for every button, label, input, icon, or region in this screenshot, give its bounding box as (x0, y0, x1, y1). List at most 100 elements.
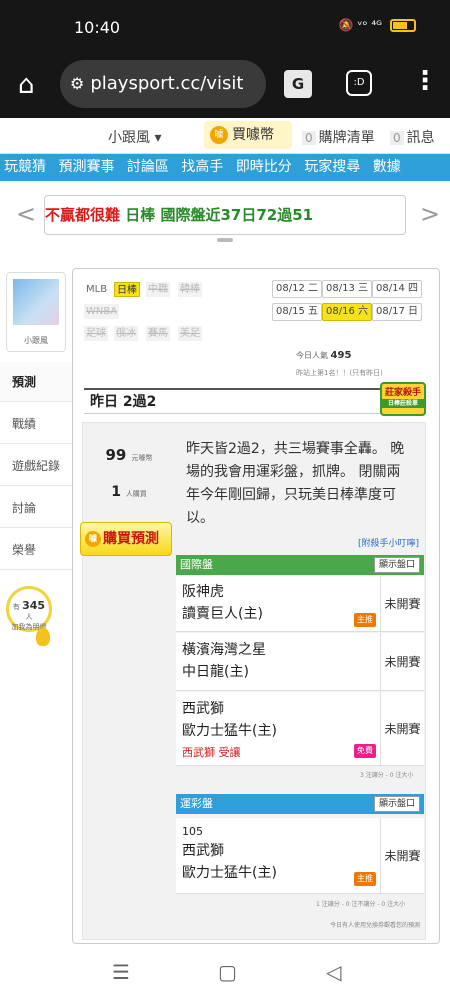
coin-icon: 噱 (85, 531, 101, 547)
back-icon[interactable]: ◁ (326, 960, 341, 984)
game-row[interactable]: 橫濱海灣之星 中日龍(主) 未開賽 (176, 633, 424, 691)
coin-icon: 噱 (210, 126, 228, 144)
nav-livescore[interactable]: 即時比分 (236, 159, 292, 175)
away-team: 阪神虎 (182, 584, 224, 600)
game-status: 未開賽 (380, 692, 424, 765)
messages-link[interactable]: 0 訊息 (390, 127, 435, 147)
nav-experts[interactable]: 找高手 (181, 159, 223, 175)
sidebar-item-honor[interactable]: 榮譽 (0, 530, 72, 570)
hot-badge-sub: 日棒莊殺單 (382, 399, 424, 408)
lotto-section-header: 運彩盤 顯示盤口 (176, 794, 424, 814)
home-button-icon[interactable]: ▢ (218, 960, 237, 984)
sidebar-item-predict[interactable]: 預測 (0, 362, 72, 402)
messages-label: 訊息 (406, 130, 435, 146)
site-settings-icon[interactable]: ⚙ (70, 74, 84, 93)
game-row[interactable]: 阪神虎 讀賣巨人(主) 主推 未開賽 (176, 576, 424, 632)
cart-link[interactable]: 0 購牌清單 (302, 127, 375, 147)
ticker-text: 國際盤近37日72過51 (160, 206, 314, 224)
buy-prediction-button[interactable]: 噱購買預測 (80, 522, 172, 556)
game-row[interactable]: 西武獅 歐力士猛牛(主) 西武獅 受讓 免費 未開賽 (176, 692, 424, 766)
league-kbo: 韓棒 (178, 282, 202, 297)
away-team: 西武獅 (182, 843, 224, 859)
url-field[interactable]: ⚙ playsport.cc/visit (60, 60, 266, 108)
nav-forum[interactable]: 討論區 (127, 159, 169, 175)
fans-count: 345 (22, 599, 46, 612)
intl-title: 國際盤 (180, 558, 213, 571)
browser-menu-icon[interactable]: ⋮ (412, 66, 438, 96)
date-0814[interactable]: 08/14 四 (372, 280, 423, 298)
game-row[interactable]: 105 西武獅 歐力士猛牛(主) 主推 未開賽 (176, 818, 424, 894)
home-team: 讀賣巨人(主) (182, 606, 263, 622)
main-nav: 玩競猜 預測賽事 討論區 找高手 即時比分 玩家搜尋 數據 (0, 154, 450, 181)
buyers-value: 1 (111, 484, 121, 500)
intl-footer: 3 注讓分 - 0 注大小 (360, 772, 414, 779)
lotto-title: 運彩盤 (180, 797, 213, 810)
date-0816[interactable]: 08/16 六 (322, 303, 373, 321)
price-value: 99 (105, 446, 127, 464)
recent-apps-icon[interactable]: ☰ (112, 960, 130, 984)
ticker-prev-icon[interactable]: < (16, 200, 36, 228)
buy-coin-button[interactable]: 噱買噱幣 (204, 121, 292, 149)
status-icons: 🔕 ᵛᵒ ⁴ᴳ (339, 18, 416, 32)
popularity-value: 495 (330, 350, 352, 361)
game-teams: 西武獅 歐力士猛牛(主) (182, 698, 277, 742)
show-odds-button[interactable]: 顯示盤口 (373, 796, 420, 812)
user-menu[interactable]: 小跟風 ▾ (108, 127, 161, 147)
game-teams: 阪神虎讀賣巨人(主) (182, 581, 263, 625)
date-0815[interactable]: 08/15 五 (272, 303, 323, 321)
message-count: 0 (390, 131, 404, 145)
popularity: 今日人氣 495 (296, 350, 351, 361)
home-team: 歐力士猛牛(主) (182, 865, 277, 881)
ticker-banner[interactable]: 不贏都很難 日棒 國際盤近37日72過51 (44, 195, 406, 235)
ticker-prefix: 不贏都很難 (45, 206, 121, 224)
league-horse: 賽馬 (146, 326, 170, 341)
clock: 10:40 (74, 18, 121, 37)
league-npb[interactable]: 日棒 (114, 282, 140, 297)
avatar-name: 小跟風 (24, 336, 48, 345)
lightbulb-icon (36, 628, 50, 646)
date-0813[interactable]: 08/13 三 (322, 280, 373, 298)
fans-suffix: 人 (25, 613, 33, 621)
away-team: 橫濱海灣之星 (182, 642, 266, 658)
league-wnba: WNBA (84, 304, 120, 319)
translate-icon[interactable]: G (284, 70, 312, 98)
league-khl: 俄冰 (114, 326, 138, 341)
game-number: 105 (182, 825, 203, 838)
handicap-note: 西武獅 受讓 (182, 746, 241, 759)
fans-prefix: 有 (12, 603, 20, 611)
free-badge: 免費 (354, 744, 376, 758)
league-nfl: 美足 (178, 326, 202, 341)
nav-player-search[interactable]: 玩家搜尋 (304, 159, 360, 175)
nav-data[interactable]: 數據 (373, 159, 401, 175)
main-pick-badge: 主推 (354, 872, 376, 886)
hot-badge: 莊家殺手 日棒莊殺單 (380, 382, 426, 416)
date-0812[interactable]: 08/12 二 (272, 280, 323, 298)
game-teams: 橫濱海灣之星 中日龍(主) (182, 639, 266, 683)
post-text: 昨天皆2過2，共三場賽事全轟。 晚場的我會用運彩盤，抓牌。 閉關兩年今年剛回歸，… (186, 441, 405, 526)
price-stat: 99 元噱幣 (82, 446, 176, 464)
sidebar-item-record[interactable]: 戰績 (0, 404, 72, 444)
date-0817[interactable]: 08/17 日 (372, 303, 423, 321)
cart-count: 0 (302, 131, 316, 145)
killer-tips-link[interactable]: [附殺手小叮嚀] (358, 536, 419, 549)
status-bar: 10:40 🔕 ᵛᵒ ⁴ᴳ (0, 0, 450, 56)
ticker-next-icon[interactable]: > (420, 200, 440, 228)
home-team: 歐力士猛牛(主) (182, 723, 277, 739)
league-mlb[interactable]: MLB (84, 282, 109, 297)
fans-badge[interactable]: 有 345 人 加我為明燈 (6, 586, 52, 632)
home-team: 中日龍(主) (182, 664, 249, 680)
nav-play[interactable]: 玩競猜 (4, 159, 46, 175)
home-icon[interactable]: ⌂ (18, 70, 35, 100)
url-text: playsport.cc/visit (90, 73, 244, 94)
avatar[interactable]: 小跟風 (6, 272, 66, 352)
league-soccer: 足球 (84, 326, 108, 341)
sidebar-item-game-log[interactable]: 遊戲紀錄 (0, 446, 72, 486)
game-teams: 105 西武獅歐力士猛牛(主) (182, 824, 277, 884)
popularity-label: 今日人氣 (296, 351, 328, 360)
show-odds-button[interactable]: 顯示盤口 (373, 557, 420, 573)
lotto-footer: 1 注讓分 - 0 注不讓分 - 0 注大小 (316, 901, 406, 908)
sidebar-item-discuss[interactable]: 討論 (0, 488, 72, 528)
tab-switcher-icon[interactable]: :D (346, 70, 372, 96)
site-top-nav: 小跟風 ▾ 噱買噱幣 0 購牌清單 0 訊息 (0, 118, 450, 154)
nav-predict[interactable]: 預測賽事 (58, 159, 114, 175)
